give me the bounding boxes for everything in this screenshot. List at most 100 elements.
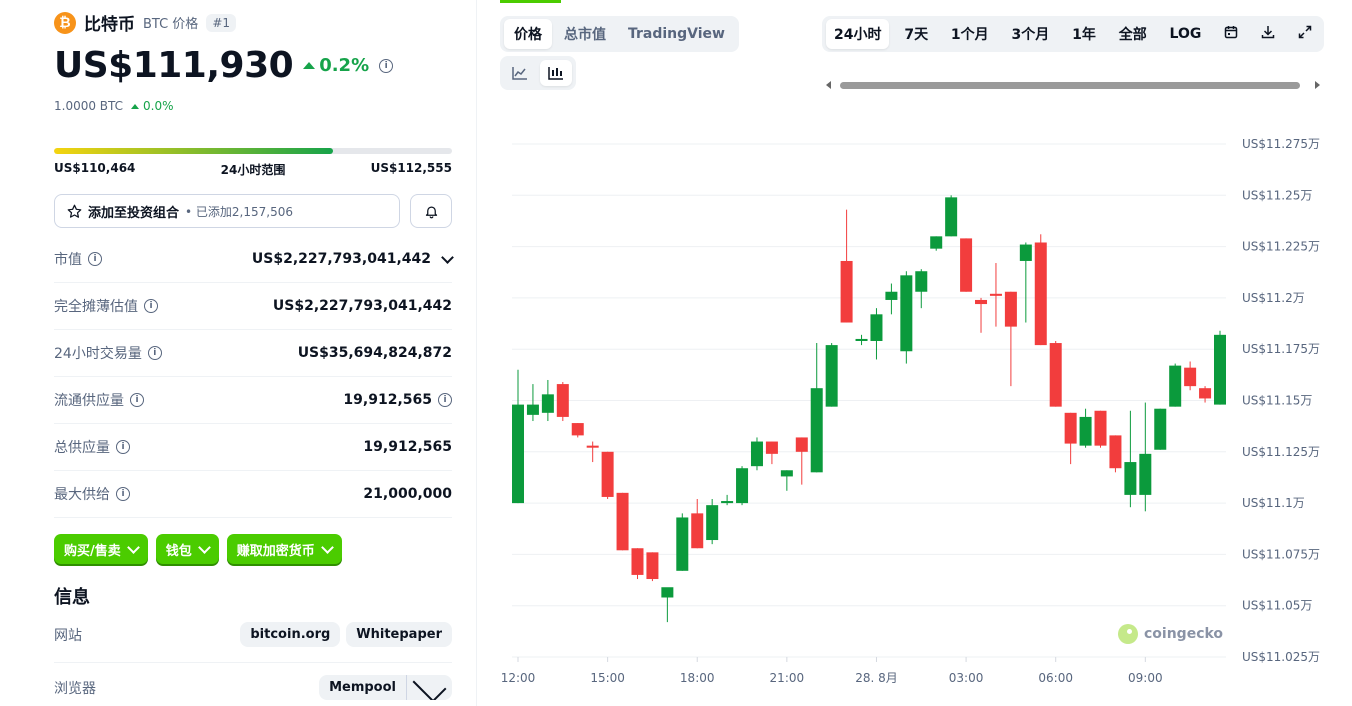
price-alert-button[interactable]: [410, 194, 452, 228]
chevron-down-icon[interactable]: [441, 250, 454, 264]
candle-up: [1139, 453, 1152, 495]
info-icon[interactable]: i: [438, 393, 452, 407]
price-candlestick-chart[interactable]: US$11.275万 US$11.25万 US$11.225万 US$11.2万 US$…: [478, 120, 1352, 706]
candle-up: [885, 291, 898, 300]
line-chart-icon: [512, 67, 527, 80]
buy-sell-label: 购买/售卖: [64, 543, 121, 559]
candle-down: [975, 299, 988, 305]
current-price: US$111,930: [54, 45, 294, 86]
candle-down: [1034, 242, 1047, 346]
info-icon[interactable]: i: [147, 346, 162, 360]
x-axis-label: 15:00: [590, 671, 625, 685]
earn-crypto-button[interactable]: 赚取加密货币: [226, 534, 342, 564]
website-links: bitcoin.org Whitepaper: [240, 622, 452, 647]
x-axis-label: 09:00: [1128, 671, 1163, 685]
info-icon[interactable]: i: [379, 58, 394, 73]
expand-icon: [1298, 25, 1312, 39]
candle-up: [1169, 365, 1182, 407]
coingecko-watermark: coingecko: [1118, 624, 1223, 644]
range-log[interactable]: LOG: [1162, 21, 1210, 47]
info-icon[interactable]: i: [116, 487, 130, 501]
range-1y[interactable]: 1年: [1064, 19, 1104, 49]
candle-down: [571, 423, 584, 436]
y-axis-label: US$11.125万: [1242, 445, 1320, 459]
range-all[interactable]: 全部: [1111, 19, 1155, 49]
earn-label: 赚取加密货币: [236, 543, 315, 559]
website-label: 网站: [54, 627, 82, 644]
scrollbar-thumb[interactable]: [840, 82, 1300, 89]
range-24h[interactable]: 24小时: [826, 19, 890, 49]
btc-change-value: 0.0%: [143, 99, 174, 113]
stat-row: 完全摊薄估值 i US$2,227,793,041,442: [54, 283, 452, 330]
stat-label-text: 市值: [54, 252, 82, 268]
price-range-labels: US$110,464 24小时范围 US$112,555: [54, 161, 452, 178]
portfolio-label: 添加至投资组合: [88, 205, 180, 221]
y-axis-label: US$11.15万: [1242, 394, 1312, 408]
stat-value: 19,912,565: [363, 439, 452, 455]
candlestick-button[interactable]: [540, 60, 572, 86]
active-tab-indicator: [500, 0, 561, 3]
stat-label: 市值 i: [54, 249, 102, 269]
chevron-down-icon: [126, 540, 140, 554]
x-axis-label: 12:00: [501, 671, 536, 685]
info-icon[interactable]: i: [144, 299, 158, 313]
wallet-button[interactable]: 钱包: [155, 534, 219, 564]
chart-scrollbar[interactable]: [826, 80, 1320, 90]
explorer-value[interactable]: Mempool: [319, 675, 406, 700]
candle-down: [1064, 412, 1077, 444]
stat-value[interactable]: US$2,227,793,041,442: [252, 250, 454, 267]
tab-price[interactable]: 价格: [504, 19, 552, 49]
candle-down: [840, 260, 853, 323]
explorer-label: 浏览器: [54, 680, 96, 697]
y-axis-label: US$11.2万: [1242, 291, 1305, 305]
stat-value-text: 19,912,565: [363, 439, 452, 455]
info-icon[interactable]: i: [116, 440, 130, 454]
whitepaper-link[interactable]: Whitepaper: [346, 622, 452, 647]
candle-up: [512, 404, 524, 504]
calendar-icon: [1224, 26, 1238, 39]
calendar-button[interactable]: [1216, 20, 1246, 48]
candle-up: [1124, 462, 1137, 495]
stat-value: 19,912,565 i: [343, 392, 452, 408]
coin-symbol-label: BTC 价格: [143, 17, 199, 32]
stat-label: 完全摊薄估值 i: [54, 296, 158, 316]
candle-up: [676, 517, 689, 571]
stat-label: 24小时交易量 i: [54, 343, 162, 363]
explorer-dropdown[interactable]: Mempool: [319, 675, 452, 700]
line-chart-button[interactable]: [504, 60, 536, 86]
scroll-left-icon[interactable]: [826, 81, 831, 89]
candle-down: [601, 451, 614, 497]
info-icon[interactable]: i: [88, 252, 102, 266]
range-3m[interactable]: 3个月: [1004, 19, 1058, 49]
wallet-label: 钱包: [165, 543, 192, 559]
download-button[interactable]: [1253, 20, 1283, 48]
time-range-tabs: 24小时 7天 1个月 3个月 1年 全部 LOG: [822, 16, 1324, 52]
info-icon[interactable]: i: [130, 393, 144, 407]
candle-down: [960, 238, 973, 292]
explorer-more-button[interactable]: [406, 675, 452, 700]
tab-tradingview[interactable]: TradingView: [618, 21, 735, 47]
divider: [54, 662, 452, 663]
stat-value: 21,000,000: [363, 486, 452, 502]
candle-up: [750, 441, 763, 467]
add-to-portfolio-button[interactable]: 添加至投资组合 • 已添加2,157,506: [54, 194, 400, 228]
candle-up: [526, 404, 539, 415]
range-1m[interactable]: 1个月: [943, 19, 997, 49]
x-axis-label: 28. 8月: [855, 671, 898, 685]
star-icon: [67, 204, 82, 218]
tab-market-cap[interactable]: 总市值: [554, 19, 616, 49]
chevron-down-icon: [412, 675, 447, 700]
website-row: 网站 bitcoin.org Whitepaper: [54, 622, 452, 647]
fullscreen-button[interactable]: [1290, 20, 1320, 48]
candle-down: [556, 384, 569, 417]
website-link-bitcoin-org[interactable]: bitcoin.org: [240, 622, 341, 647]
candle-down: [795, 437, 808, 452]
range-7d[interactable]: 7天: [896, 19, 936, 49]
candle-up: [1154, 408, 1167, 450]
buy-sell-button[interactable]: 购买/售卖: [54, 534, 148, 564]
caret-up-icon: [303, 62, 316, 69]
btc-price-row: 1.0000 BTC 0.0%: [54, 99, 174, 113]
scroll-right-icon[interactable]: [1315, 81, 1320, 89]
x-axis-label: 21:00: [770, 671, 805, 685]
btc-change: 0.0%: [131, 99, 174, 113]
